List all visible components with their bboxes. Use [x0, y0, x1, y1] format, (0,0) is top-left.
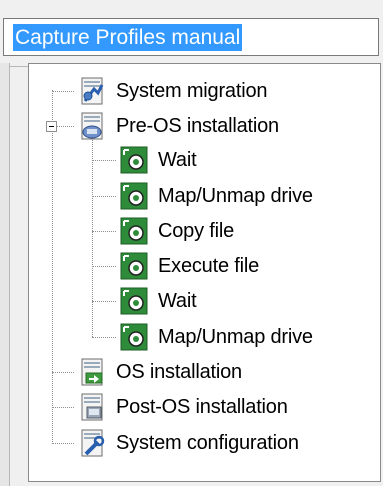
tree-item-system-migration[interactable]: System migration: [76, 75, 267, 107]
collapse-toggle[interactable]: [46, 121, 57, 132]
gear-task-icon: [118, 180, 152, 212]
left-panel-edge: [0, 63, 10, 486]
tree-item-map-unmap-drive[interactable]: Map/Unmap drive: [118, 321, 313, 353]
tree-item-execute-file[interactable]: Execute file: [118, 250, 259, 282]
gear-task-icon: [118, 215, 152, 247]
tree-connector: [52, 91, 74, 92]
tree-item-wait[interactable]: Wait: [118, 285, 197, 317]
gear-task-icon: [118, 250, 152, 282]
profile-name-selected-text[interactable]: Capture Profiles manual: [13, 24, 243, 51]
tree-item-label: Wait: [158, 148, 197, 171]
tree-item-label: OS installation: [116, 360, 242, 383]
gear-task-icon: [118, 144, 152, 176]
tree-connector: [92, 140, 93, 337]
pre-os-installation-icon: [76, 110, 110, 142]
tree-connector: [57, 126, 74, 127]
tree-connector: [92, 231, 116, 232]
tree-connector: [92, 266, 116, 267]
gear-task-icon: [118, 285, 152, 317]
divider: [10, 66, 28, 67]
os-installation-icon: [76, 356, 110, 388]
tree-item-label: System migration: [116, 79, 268, 102]
tree-connector: [52, 372, 74, 373]
system-configuration-icon: [76, 427, 110, 459]
tree-item-post-os-installation[interactable]: Post-OS installation: [76, 391, 288, 423]
tree-connector: [92, 301, 116, 302]
tree-item-label: Post-OS installation: [116, 395, 288, 418]
tree-connector: [52, 407, 74, 408]
tree-connector: [92, 337, 116, 338]
tree-item-os-installation[interactable]: OS installation: [76, 356, 242, 388]
window: Capture Profiles manual System migration: [0, 0, 383, 486]
tree-connector: [92, 196, 116, 197]
system-migration-icon: [76, 75, 110, 107]
post-os-installation-icon: [76, 391, 110, 423]
tree-item-system-configuration[interactable]: System configuration: [76, 427, 299, 459]
tree-item-label: System configuration: [116, 431, 299, 454]
gear-task-icon: [118, 321, 152, 353]
tree-item-label: Map/Unmap drive: [158, 184, 313, 207]
tree-item-copy-file[interactable]: Copy file: [118, 215, 234, 247]
profile-name-field[interactable]: Capture Profiles manual: [3, 18, 379, 56]
tree-item-wait[interactable]: Wait: [118, 144, 197, 176]
tree-item-label: Copy file: [158, 219, 235, 242]
tree-item-label: Map/Unmap drive: [158, 325, 313, 348]
tree-connector: [92, 160, 116, 161]
tree-item-label: Pre-OS installation: [116, 114, 279, 137]
tree-item-pre-os-installation[interactable]: Pre-OS installation: [76, 110, 279, 142]
tree-item-map-unmap-drive[interactable]: Map/Unmap drive: [118, 180, 313, 212]
tree-connector: [52, 90, 53, 444]
tree-connector: [52, 443, 74, 444]
tree-item-label: Execute file: [158, 254, 259, 277]
tree-item-label: Wait: [158, 289, 197, 312]
